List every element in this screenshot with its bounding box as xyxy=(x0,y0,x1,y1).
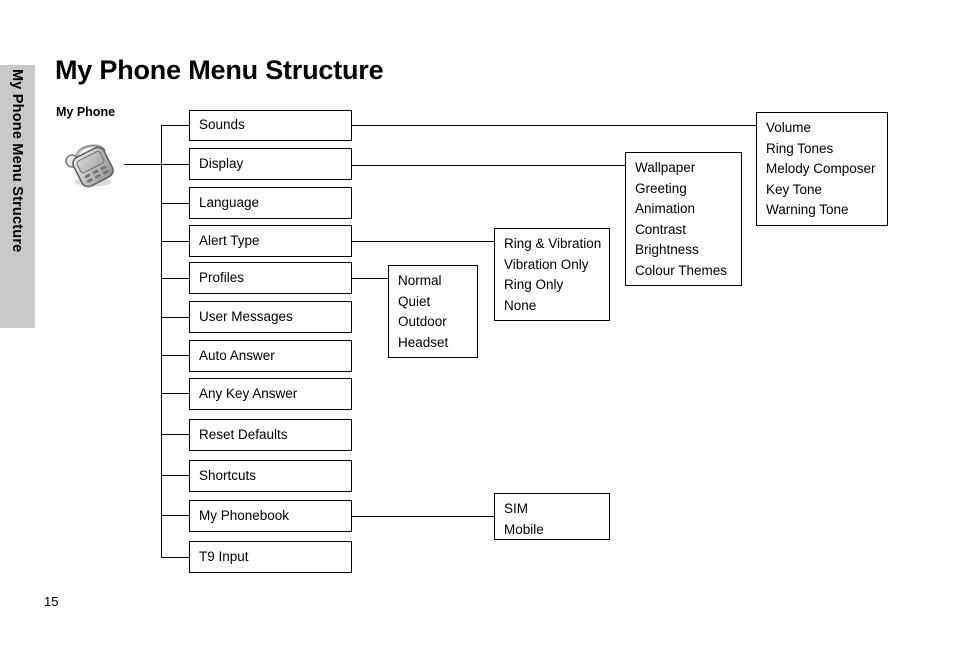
menu-item-user-messages[interactable]: User Messages xyxy=(189,301,352,333)
menu-item-shortcuts[interactable]: Shortcuts xyxy=(189,460,352,492)
submenu-item[interactable]: Normal xyxy=(398,271,477,292)
connector-alert-type-to-submenu xyxy=(352,241,494,242)
menu-item-any-key-answer[interactable]: Any Key Answer xyxy=(189,378,352,410)
submenu-item[interactable]: Ring Tones xyxy=(766,139,887,160)
connector-stub-language xyxy=(161,203,190,204)
submenu-item[interactable]: Wallpaper xyxy=(635,158,741,179)
menu-item-t9-input[interactable]: T9 Input xyxy=(189,541,352,573)
submenu-my-phonebook[interactable]: SIM Mobile xyxy=(494,493,610,540)
connector-stub-display xyxy=(161,164,190,165)
menu-item-language[interactable]: Language xyxy=(189,187,352,219)
chapter-side-tab: My Phone Menu Structure xyxy=(0,65,35,328)
connector-stub-any-key-answer xyxy=(161,393,190,394)
connector-trunk xyxy=(161,125,162,557)
submenu-item[interactable]: Warning Tone xyxy=(766,200,887,221)
submenu-item[interactable]: Vibration Only xyxy=(504,255,609,276)
connector-stub-profiles xyxy=(161,278,190,279)
submenu-item[interactable]: Ring & Vibration xyxy=(504,234,609,255)
submenu-item[interactable]: Ring Only xyxy=(504,275,609,296)
menu-item-profiles[interactable]: Profiles xyxy=(189,262,352,294)
submenu-sounds[interactable]: Volume Ring Tones Melody Composer Key To… xyxy=(756,112,888,226)
submenu-item[interactable]: Brightness xyxy=(635,240,741,261)
menu-item-my-phonebook-label: My Phonebook xyxy=(199,507,290,523)
connector-stub-t9-input xyxy=(161,557,190,558)
menu-item-display-label: Display xyxy=(199,155,244,171)
connector-stub-reset-defaults xyxy=(161,434,190,435)
submenu-item[interactable]: Quiet xyxy=(398,292,477,313)
menu-item-alert-type-label: Alert Type xyxy=(199,232,260,248)
submenu-item[interactable]: Greeting xyxy=(635,179,741,200)
menu-item-profiles-label: Profiles xyxy=(199,269,245,285)
connector-stub-shortcuts xyxy=(161,475,190,476)
submenu-item[interactable]: Volume xyxy=(766,118,887,139)
menu-item-language-label: Language xyxy=(199,194,260,210)
chapter-side-tab-label: My Phone Menu Structure xyxy=(9,69,26,253)
menu-item-shortcuts-label: Shortcuts xyxy=(199,467,257,483)
menu-item-alert-type[interactable]: Alert Type xyxy=(189,225,352,257)
connector-sounds-to-submenu xyxy=(352,125,756,126)
submenu-profiles[interactable]: Normal Quiet Outdoor Headset xyxy=(388,265,478,358)
mobile-phone-icon xyxy=(60,141,122,188)
connector-profiles-to-submenu xyxy=(352,278,388,279)
menu-item-auto-answer-label: Auto Answer xyxy=(199,347,275,363)
submenu-item[interactable]: Colour Themes xyxy=(635,261,741,282)
submenu-item[interactable]: Melody Composer xyxy=(766,159,887,180)
connector-display-to-submenu xyxy=(352,165,625,166)
submenu-item[interactable]: Contrast xyxy=(635,220,741,241)
submenu-item[interactable]: Headset xyxy=(398,333,477,354)
submenu-item[interactable]: Animation xyxy=(635,199,741,220)
submenu-item[interactable]: None xyxy=(504,296,609,317)
connector-stub-alert-type xyxy=(161,241,190,242)
submenu-alert-type[interactable]: Ring & Vibration Vibration Only Ring Onl… xyxy=(494,228,610,321)
connector-stub-my-phonebook xyxy=(161,515,190,516)
submenu-item[interactable]: Mobile xyxy=(504,520,609,541)
menu-item-my-phonebook[interactable]: My Phonebook xyxy=(189,500,352,532)
submenu-display[interactable]: Wallpaper Greeting Animation Contrast Br… xyxy=(625,152,742,286)
submenu-item[interactable]: Key Tone xyxy=(766,180,887,201)
menu-item-any-key-answer-label: Any Key Answer xyxy=(199,385,298,401)
menu-item-user-messages-label: User Messages xyxy=(199,308,293,324)
menu-item-sounds[interactable]: Sounds xyxy=(189,110,352,141)
submenu-item[interactable]: SIM xyxy=(504,499,609,520)
connector-root-to-trunk xyxy=(124,164,161,165)
page-number: 15 xyxy=(44,594,59,609)
menu-item-auto-answer[interactable]: Auto Answer xyxy=(189,340,352,372)
menu-item-display[interactable]: Display xyxy=(189,148,352,180)
root-node-label: My Phone xyxy=(56,105,116,119)
menu-item-reset-defaults-label: Reset Defaults xyxy=(199,426,288,442)
menu-item-t9-input-label: T9 Input xyxy=(199,548,249,564)
submenu-item[interactable]: Outdoor xyxy=(398,312,477,333)
connector-my-phonebook-to-submenu xyxy=(352,516,494,517)
connector-stub-auto-answer xyxy=(161,355,190,356)
connector-stub-user-messages xyxy=(161,317,190,318)
page-title: My Phone Menu Structure xyxy=(55,55,384,85)
menu-item-sounds-label: Sounds xyxy=(199,117,245,133)
menu-item-reset-defaults[interactable]: Reset Defaults xyxy=(189,419,352,451)
connector-stub-sounds xyxy=(161,125,190,126)
